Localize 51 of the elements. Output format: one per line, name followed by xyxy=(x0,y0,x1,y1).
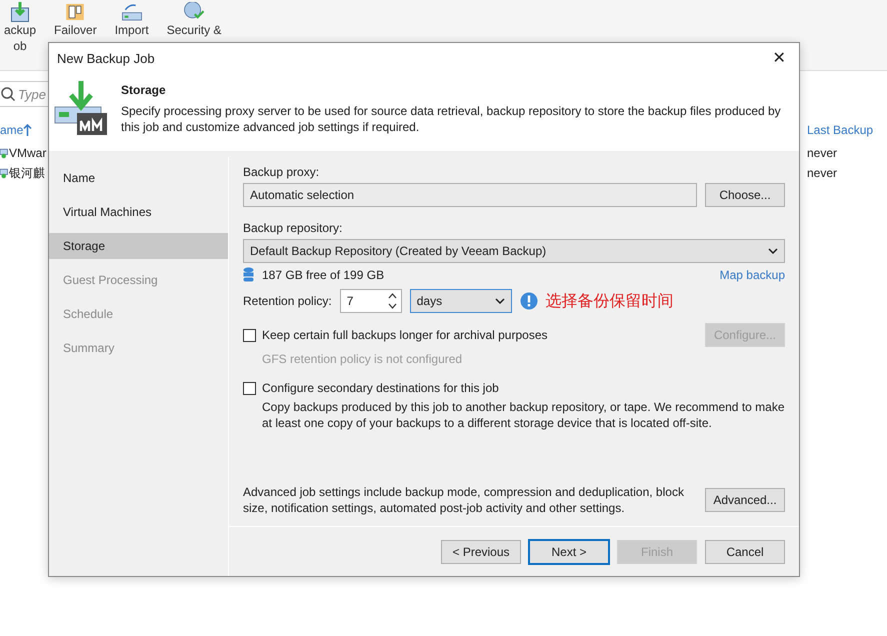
vm-icon xyxy=(0,146,9,160)
map-backup-link[interactable]: Map backup xyxy=(720,268,785,282)
column-header[interactable]: ame xyxy=(0,123,24,137)
search-placeholder: Type xyxy=(18,86,46,102)
choose-button[interactable]: Choose... xyxy=(705,183,785,207)
info-icon xyxy=(520,292,538,310)
option-description: Copy backups produced by this job to another backup repository, or tape. We recommend to make at least one copy of your backups to a different storage device that is located off-site. xyxy=(262,399,785,431)
field-label: Backup repository: xyxy=(243,221,344,235)
page-description: Specify processing proxy server to be used for source data retrieval, backup repository to store the backup files produced by this job and customize advanced job settings if required. xyxy=(121,103,782,135)
wizard-step[interactable]: Storage xyxy=(49,233,228,259)
repository-dropdown[interactable]: Default Backup Repository (Created by Veeam Backup) xyxy=(243,239,785,263)
wizard-step[interactable]: Name xyxy=(49,165,228,191)
import-icon xyxy=(120,2,143,22)
retention-spinner[interactable]: 7 xyxy=(340,289,402,313)
option-description: GFS retention policy is not configured xyxy=(262,351,464,367)
window-title: New Backup Job xyxy=(57,50,155,66)
page-title: Storage xyxy=(121,83,167,97)
advanced-description: Advanced job settings include backup mode, compression and deduplication, block size, notification settings, automated post-job activity and other settings. xyxy=(243,484,685,516)
table-cell: never xyxy=(807,146,838,160)
database-icon xyxy=(243,267,254,283)
proxy-field[interactable]: Automatic selection xyxy=(243,183,697,207)
field-label: Retention policy: xyxy=(243,294,332,308)
table-cell: VMwar xyxy=(9,146,46,160)
annotation-text: 选择备份保留时间 xyxy=(546,292,674,312)
job-icon xyxy=(9,2,32,22)
close-button[interactable]: ✕ xyxy=(759,43,799,73)
checkbox[interactable] xyxy=(243,382,256,394)
wizard-button[interactable]: Next > xyxy=(529,540,609,564)
free-space-text: 187 GB free of 199 GB xyxy=(262,268,384,282)
wizard-button[interactable]: < Previous xyxy=(441,540,521,564)
checkbox-label: Configure secondary destinations for this job xyxy=(262,381,499,395)
vm-download-icon xyxy=(53,79,109,137)
ribbon-button[interactable]: Security & xyxy=(162,2,226,38)
advanced-button[interactable]: Advanced... xyxy=(705,488,785,512)
unit-dropdown[interactable]: days xyxy=(410,289,512,313)
ribbon-button[interactable]: Failover xyxy=(50,2,101,38)
checkbox[interactable] xyxy=(243,328,256,342)
ribbon-button[interactable]: ackup ob xyxy=(0,2,40,54)
ribbon-button[interactable]: Import xyxy=(110,2,153,38)
spin-arrows-icon xyxy=(388,292,397,310)
table-cell: never xyxy=(807,166,838,180)
table-cell: 银河麒 xyxy=(9,164,45,182)
chevron-down-icon xyxy=(768,248,778,254)
column-header[interactable]: Last Backup xyxy=(807,123,874,137)
field-label: Backup proxy: xyxy=(243,165,320,179)
wizard-button[interactable]: Cancel xyxy=(705,540,785,564)
vm-icon xyxy=(0,166,9,180)
wizard-step[interactable]: Virtual Machines xyxy=(49,199,228,225)
search-icon xyxy=(0,86,15,102)
chevron-down-icon xyxy=(494,298,505,304)
checkbox-label: Keep certain full backups longer for archival purposes xyxy=(262,328,548,342)
